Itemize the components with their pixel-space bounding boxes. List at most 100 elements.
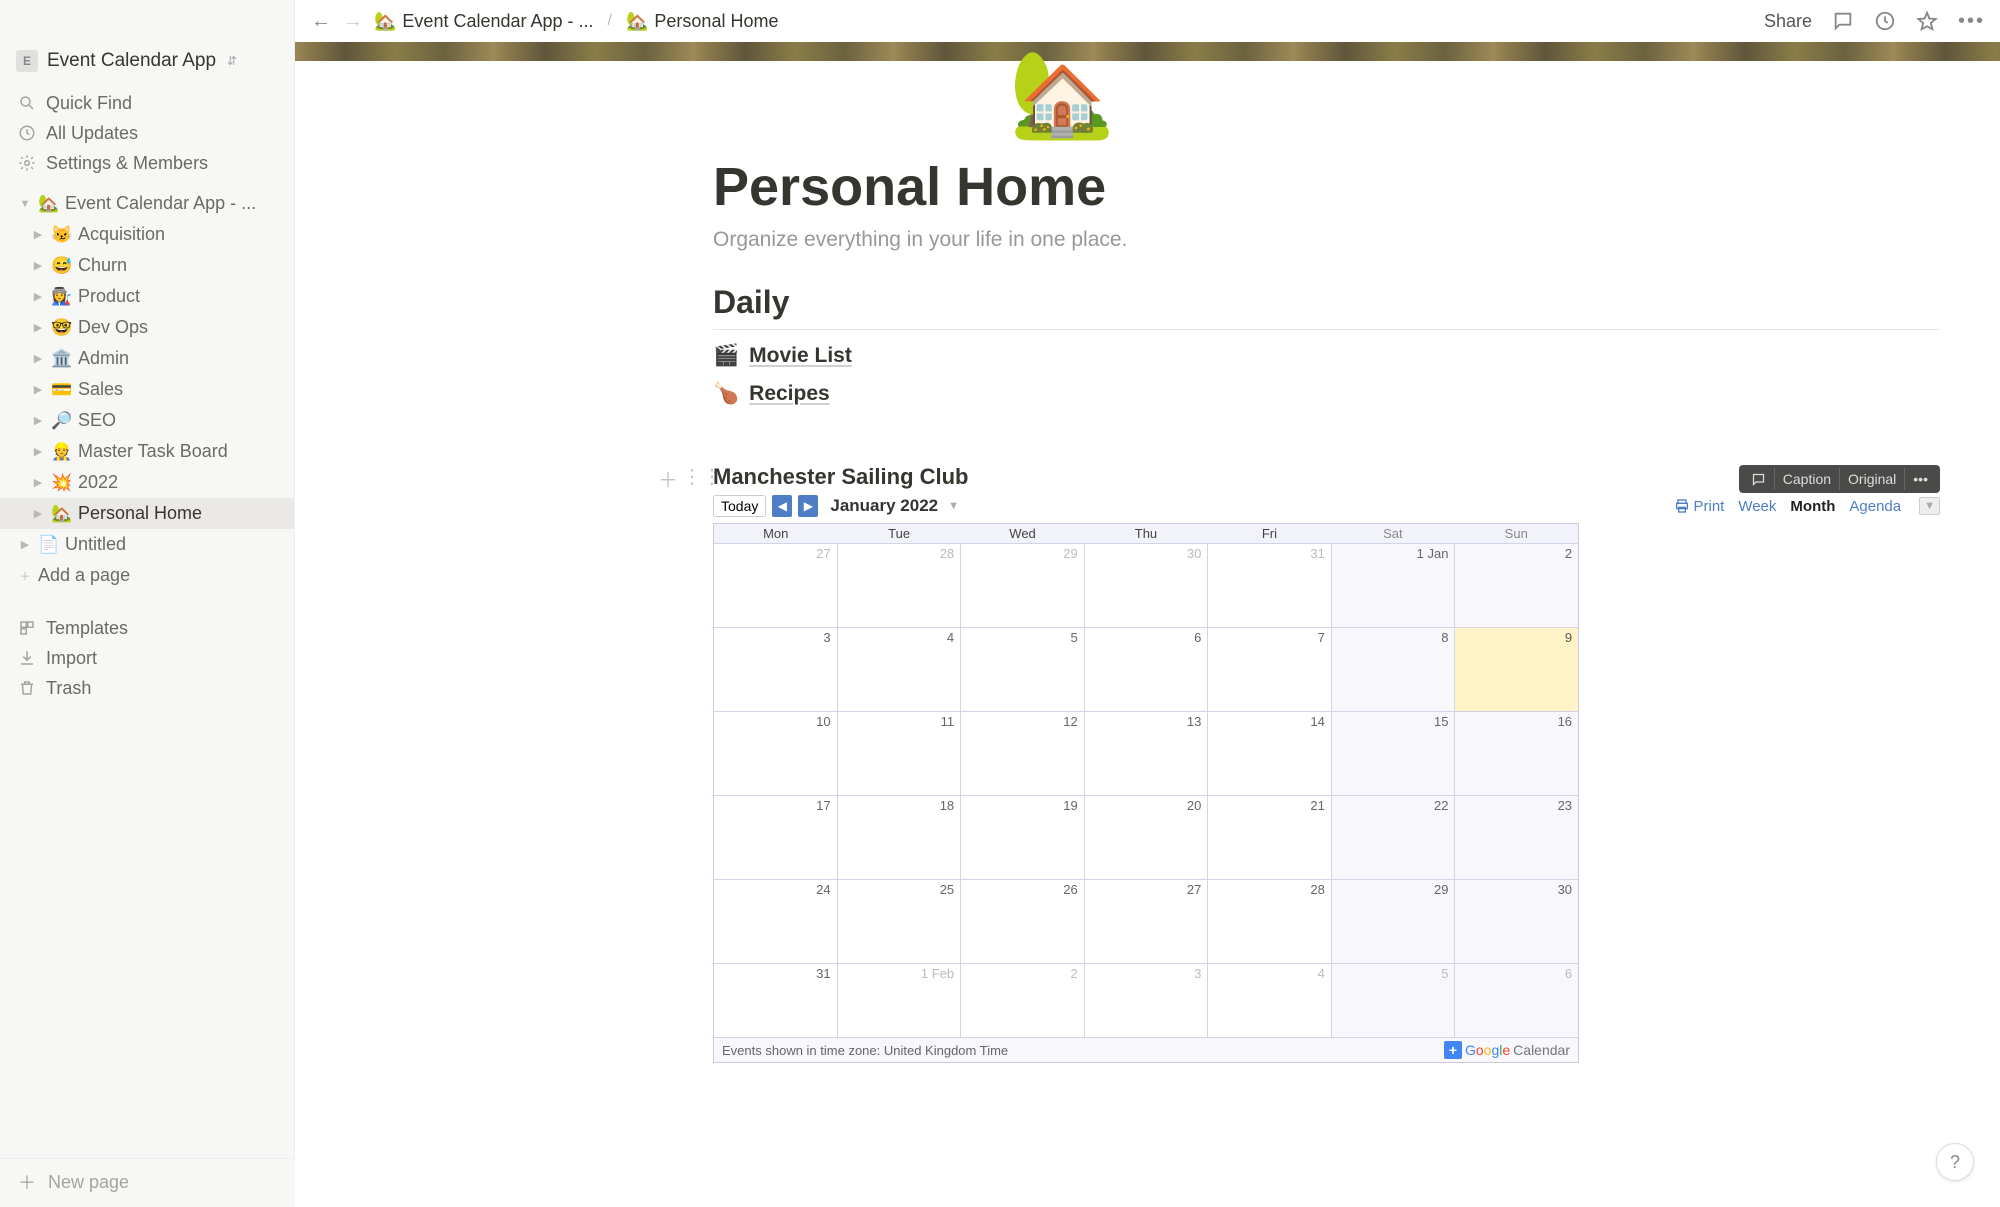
- view-agenda-tab[interactable]: Agenda: [1849, 498, 1901, 515]
- tree-item-seo[interactable]: ▶🔎SEO: [0, 405, 294, 436]
- next-month-button[interactable]: ▶: [798, 495, 818, 517]
- disclosure-triangle-icon[interactable]: ▶: [30, 321, 46, 334]
- tree-item-churn[interactable]: ▶😅Churn: [0, 250, 294, 281]
- calendar-cell[interactable]: 28: [1208, 879, 1332, 963]
- disclosure-triangle-icon[interactable]: ▶: [30, 476, 46, 489]
- tree-item-untitled[interactable]: ▶📄Untitled: [0, 529, 294, 560]
- disclosure-triangle-icon[interactable]: ▶: [30, 507, 46, 520]
- calendar-cell[interactable]: 18: [838, 795, 962, 879]
- calendar-cell[interactable]: 30: [1455, 879, 1578, 963]
- calendar-cell[interactable]: 21: [1208, 795, 1332, 879]
- comments-icon[interactable]: [1832, 10, 1854, 32]
- calendar-cell[interactable]: 30: [1085, 543, 1209, 627]
- calendar-cell[interactable]: 1 Feb: [838, 963, 962, 1037]
- all-updates[interactable]: All Updates: [0, 118, 294, 148]
- disclosure-triangle-icon[interactable]: ▼: [17, 198, 33, 210]
- calendar-cell[interactable]: 13: [1085, 711, 1209, 795]
- tree-item-devops[interactable]: ▶🤓Dev Ops: [0, 312, 294, 343]
- tree-item-product[interactable]: ▶👩‍🏭Product: [0, 281, 294, 312]
- google-calendar-link[interactable]: + Google Calendar: [1444, 1041, 1570, 1059]
- more-icon[interactable]: •••: [1958, 10, 1985, 33]
- disclosure-triangle-icon[interactable]: ▶: [30, 290, 46, 303]
- tree-item-2022[interactable]: ▶💥2022: [0, 467, 294, 498]
- calendar-cell[interactable]: 3: [714, 627, 838, 711]
- calendar-cell[interactable]: 2: [1455, 543, 1578, 627]
- calendar-cell[interactable]: 11: [838, 711, 962, 795]
- calendar-cell[interactable]: 29: [961, 543, 1085, 627]
- calendar-cell[interactable]: 14: [1208, 711, 1332, 795]
- breadcrumb-root[interactable]: 🏡 Event Calendar App - ...: [374, 11, 594, 32]
- trash[interactable]: Trash: [0, 673, 294, 703]
- calendar-cell[interactable]: 7: [1208, 627, 1332, 711]
- nav-back-button[interactable]: ←: [310, 10, 332, 33]
- help-button[interactable]: ?: [1936, 1143, 1974, 1181]
- more-icon[interactable]: •••: [1904, 468, 1936, 490]
- calendar-cell[interactable]: 19: [961, 795, 1085, 879]
- today-button[interactable]: Today: [713, 495, 766, 517]
- calendar-cell[interactable]: 12: [961, 711, 1085, 795]
- updates-icon[interactable]: [1874, 10, 1896, 32]
- tree-item-sales[interactable]: ▶💳Sales: [0, 374, 294, 405]
- print-button[interactable]: Print: [1674, 498, 1724, 515]
- calendar-cell[interactable]: 20: [1085, 795, 1209, 879]
- calendar-cell[interactable]: 10: [714, 711, 838, 795]
- tree-root[interactable]: ▼ 🏡 Event Calendar App - ...: [0, 188, 294, 219]
- view-month-tab[interactable]: Month: [1790, 498, 1835, 515]
- disclosure-triangle-icon[interactable]: ▶: [17, 538, 33, 551]
- import[interactable]: Import: [0, 643, 294, 673]
- breadcrumb-current[interactable]: 🏡 Personal Home: [626, 11, 778, 32]
- page-title[interactable]: Personal Home: [713, 156, 1940, 218]
- original-button[interactable]: Original: [1839, 468, 1904, 490]
- calendar-cell[interactable]: 5: [1332, 963, 1456, 1037]
- plus-icon[interactable]: ＋: [658, 464, 678, 493]
- tree-item-master-task[interactable]: ▶👷Master Task Board: [0, 436, 294, 467]
- calendar-cell[interactable]: 4: [838, 627, 962, 711]
- tree-item-admin[interactable]: ▶🏛️Admin: [0, 343, 294, 374]
- calendar-cell[interactable]: 25: [838, 879, 962, 963]
- disclosure-triangle-icon[interactable]: ▶: [30, 414, 46, 427]
- add-a-page[interactable]: ＋Add a page: [0, 560, 294, 591]
- calendar-cell[interactable]: 5: [961, 627, 1085, 711]
- calendar-cell[interactable]: 31: [1208, 543, 1332, 627]
- tree-item-personal-home[interactable]: ▶🏡Personal Home: [0, 498, 294, 529]
- page-icon[interactable]: 🏡: [1009, 52, 1115, 137]
- templates[interactable]: Templates: [0, 613, 294, 643]
- calendar-cell[interactable]: 28: [838, 543, 962, 627]
- month-dropdown-icon[interactable]: ▼: [948, 500, 959, 512]
- nav-forward-button[interactable]: →: [342, 10, 364, 33]
- calendar-cell[interactable]: 22: [1332, 795, 1456, 879]
- quick-find[interactable]: Quick Find: [0, 88, 294, 118]
- page-subtitle[interactable]: Organize everything in your life in one …: [713, 228, 1940, 252]
- view-dropdown-icon[interactable]: ▼: [1919, 497, 1940, 515]
- favorite-icon[interactable]: [1916, 10, 1938, 32]
- disclosure-triangle-icon[interactable]: ▶: [30, 383, 46, 396]
- calendar-cell[interactable]: 27: [714, 543, 838, 627]
- tree-item-acquisition[interactable]: ▶😼Acquisition: [0, 219, 294, 250]
- calendar-cell[interactable]: 17: [714, 795, 838, 879]
- page-cover[interactable]: [295, 42, 2000, 61]
- calendar-cell[interactable]: 16: [1455, 711, 1578, 795]
- calendar-cell[interactable]: 23: [1455, 795, 1578, 879]
- calendar-cell[interactable]: 1 Jan: [1332, 543, 1456, 627]
- calendar-cell[interactable]: 8: [1332, 627, 1456, 711]
- calendar-cell[interactable]: 2: [961, 963, 1085, 1037]
- calendar-cell[interactable]: 27: [1085, 879, 1209, 963]
- calendar-cell[interactable]: 29: [1332, 879, 1456, 963]
- section-heading-daily[interactable]: Daily: [713, 284, 1940, 327]
- calendar-cell[interactable]: 26: [961, 879, 1085, 963]
- caption-button[interactable]: Caption: [1774, 468, 1839, 490]
- disclosure-triangle-icon[interactable]: ▶: [30, 352, 46, 365]
- block-handle[interactable]: ＋ ⋮⋮: [658, 464, 722, 493]
- calendar-cell[interactable]: 6: [1085, 627, 1209, 711]
- drag-handle-icon[interactable]: ⋮⋮: [682, 464, 722, 493]
- page-link-recipes[interactable]: 🍗 Recipes: [713, 382, 1940, 406]
- comment-icon[interactable]: [1743, 469, 1774, 490]
- new-page-button[interactable]: ＋ New page: [0, 1158, 295, 1207]
- calendar-cell[interactable]: 4: [1208, 963, 1332, 1037]
- workspace-switcher[interactable]: E Event Calendar App ⇵: [0, 45, 294, 84]
- calendar-cell[interactable]: 3: [1085, 963, 1209, 1037]
- disclosure-triangle-icon[interactable]: ▶: [30, 259, 46, 272]
- calendar-cell[interactable]: 31: [714, 963, 838, 1037]
- disclosure-triangle-icon[interactable]: ▶: [30, 228, 46, 241]
- view-week-tab[interactable]: Week: [1738, 498, 1776, 515]
